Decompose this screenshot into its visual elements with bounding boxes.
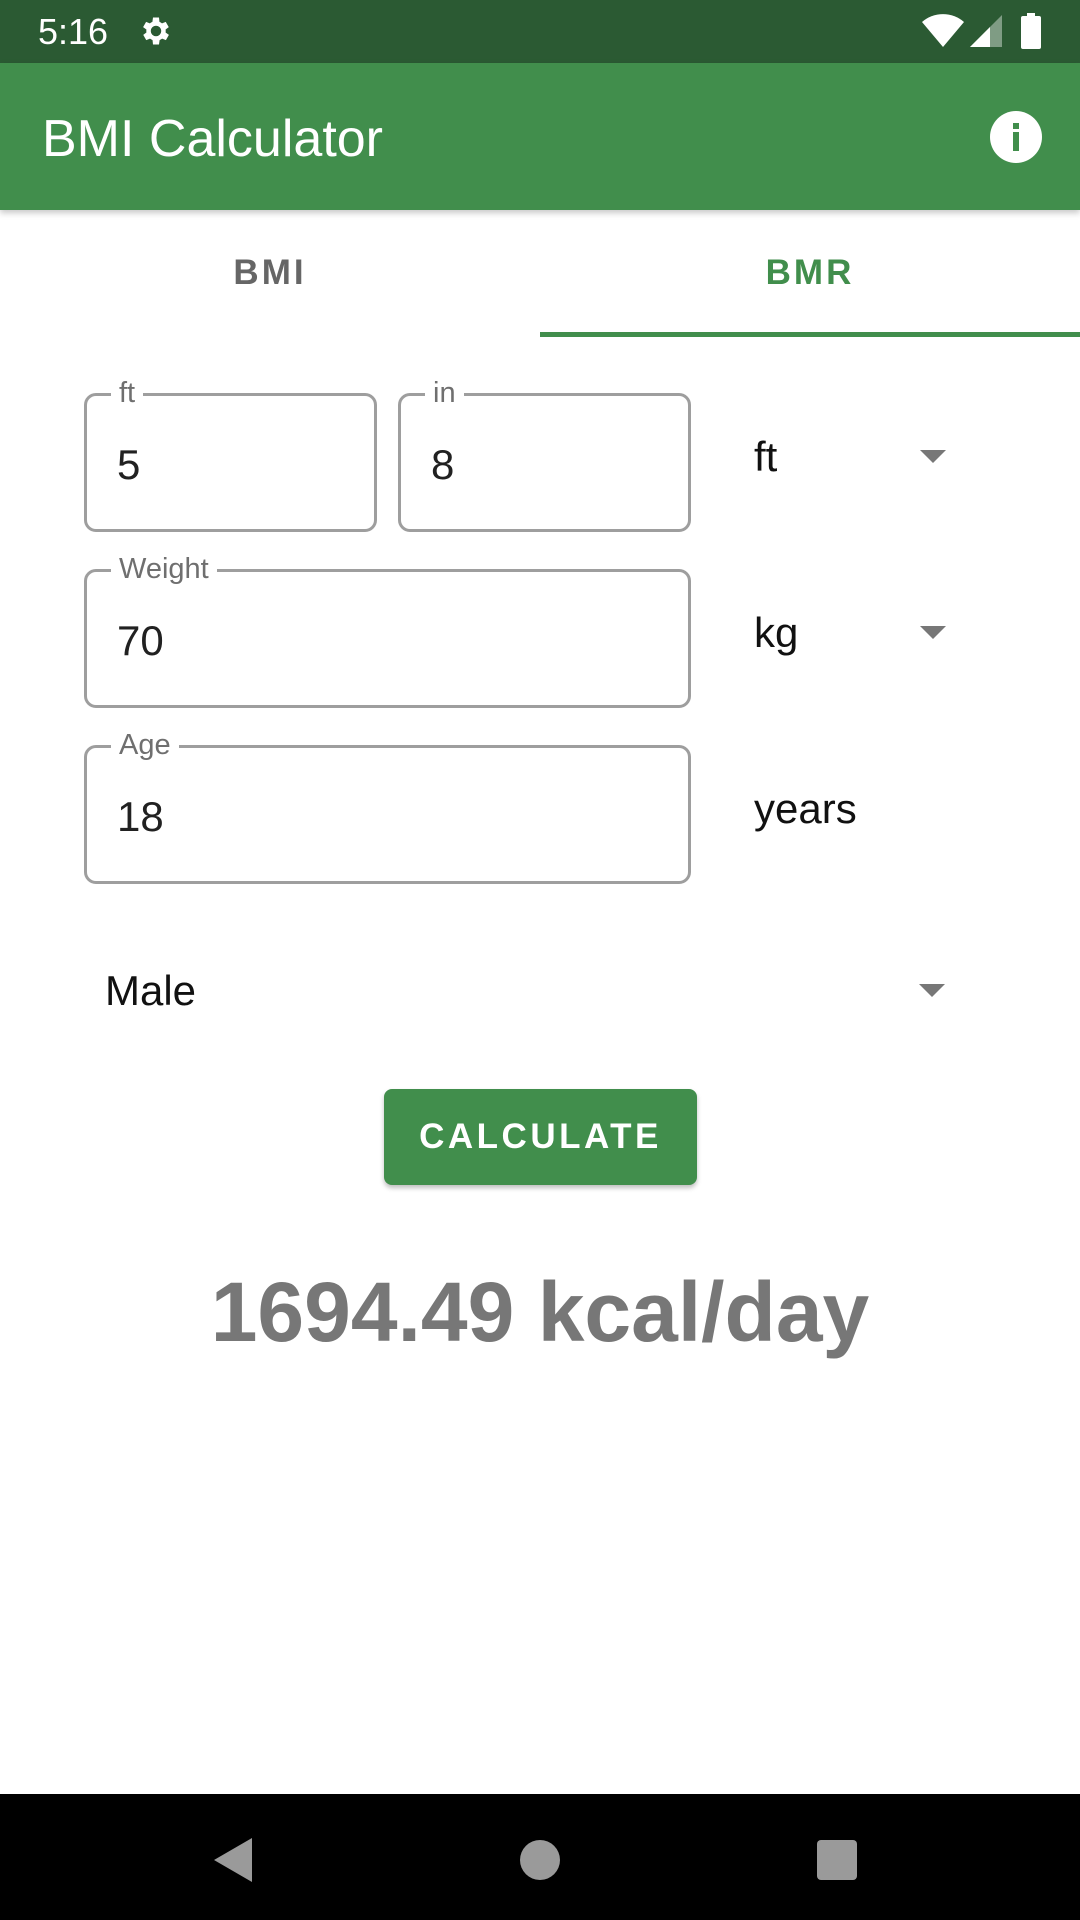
height-in-field: in: [398, 376, 691, 532]
cell-signal-icon: [970, 15, 1002, 47]
tab-indicator: [540, 332, 1080, 337]
gender-value: Male: [105, 967, 197, 1014]
age-label: Age: [111, 728, 179, 762]
tab-bmr[interactable]: BMR: [540, 210, 1080, 336]
weight-input[interactable]: [117, 616, 668, 666]
height-unit-dropdown[interactable]: ft: [754, 432, 954, 492]
recents-icon[interactable]: [817, 1840, 857, 1880]
battery-icon: [1021, 13, 1041, 49]
height-in-input[interactable]: [431, 440, 668, 490]
tab-bmi[interactable]: BMI: [0, 210, 540, 336]
weight-label: Weight: [111, 552, 217, 586]
dropdown-arrow-icon: [919, 984, 945, 997]
height-ft-label: ft: [111, 376, 144, 410]
home-icon[interactable]: [520, 1840, 560, 1880]
dropdown-arrow-icon: [920, 450, 946, 463]
wifi-icon: [922, 14, 964, 47]
height-in-label: in: [425, 376, 464, 410]
age-input[interactable]: [117, 792, 668, 842]
status-bar: 5:16: [0, 0, 1080, 63]
weight-unit-value: kg: [754, 609, 799, 656]
weight-unit-dropdown[interactable]: kg: [754, 608, 954, 668]
age-field: Age: [84, 728, 691, 884]
app-title: BMI Calculator: [42, 110, 383, 168]
weight-field: Weight: [84, 552, 691, 708]
bmr-result: 1694.49 kcal/day: [210, 1265, 870, 1359]
height-unit-value: ft: [754, 433, 778, 480]
app-bar: BMI Calculator: [0, 63, 1080, 210]
calculate-button[interactable]: CALCULATE: [384, 1089, 697, 1185]
back-icon[interactable]: [214, 1838, 254, 1882]
status-time: 5:16: [38, 11, 109, 52]
height-ft-field: ft: [84, 376, 377, 532]
age-unit-label: years: [754, 785, 857, 832]
tab-bar: BMI BMR: [0, 210, 1080, 337]
dropdown-arrow-icon: [920, 626, 946, 639]
height-ft-input[interactable]: [117, 440, 354, 490]
info-icon[interactable]: [988, 109, 1044, 165]
gender-dropdown[interactable]: Male: [105, 966, 955, 1026]
navigation-bar: [0, 1794, 1080, 1920]
gear-icon: [143, 17, 169, 45]
